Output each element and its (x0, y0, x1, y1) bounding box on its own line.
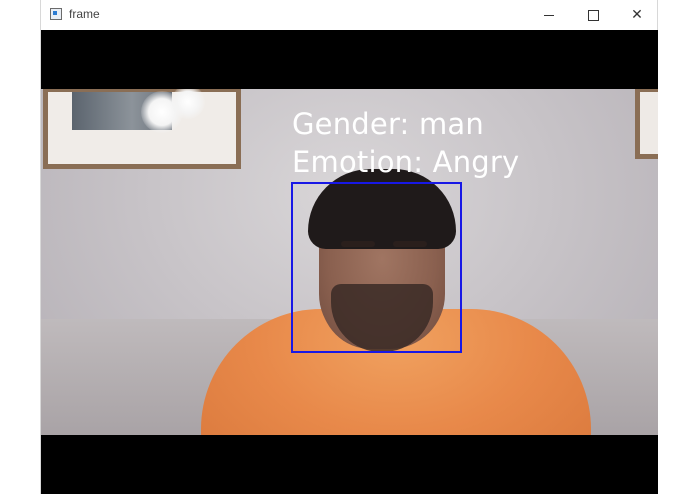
maximize-icon (587, 9, 599, 21)
title-bar[interactable]: frame ✕ (41, 0, 657, 30)
wall-picture-right (635, 89, 658, 159)
app-window: frame ✕ Gender: man Emotion: Angry (40, 0, 658, 494)
video-frame: Gender: man Emotion: Angry (41, 30, 658, 494)
window-title: frame (69, 7, 100, 21)
wall-picture-left (43, 89, 241, 169)
maximize-button[interactable] (571, 0, 615, 30)
close-icon: ✕ (631, 7, 643, 23)
app-icon (50, 8, 62, 20)
emotion-label: Emotion: Angry (292, 145, 520, 179)
minimize-button[interactable] (527, 0, 571, 30)
face-detection-box (291, 182, 462, 353)
minimize-icon (544, 14, 554, 16)
close-button[interactable]: ✕ (615, 0, 659, 30)
gender-label: Gender: man (292, 107, 484, 141)
